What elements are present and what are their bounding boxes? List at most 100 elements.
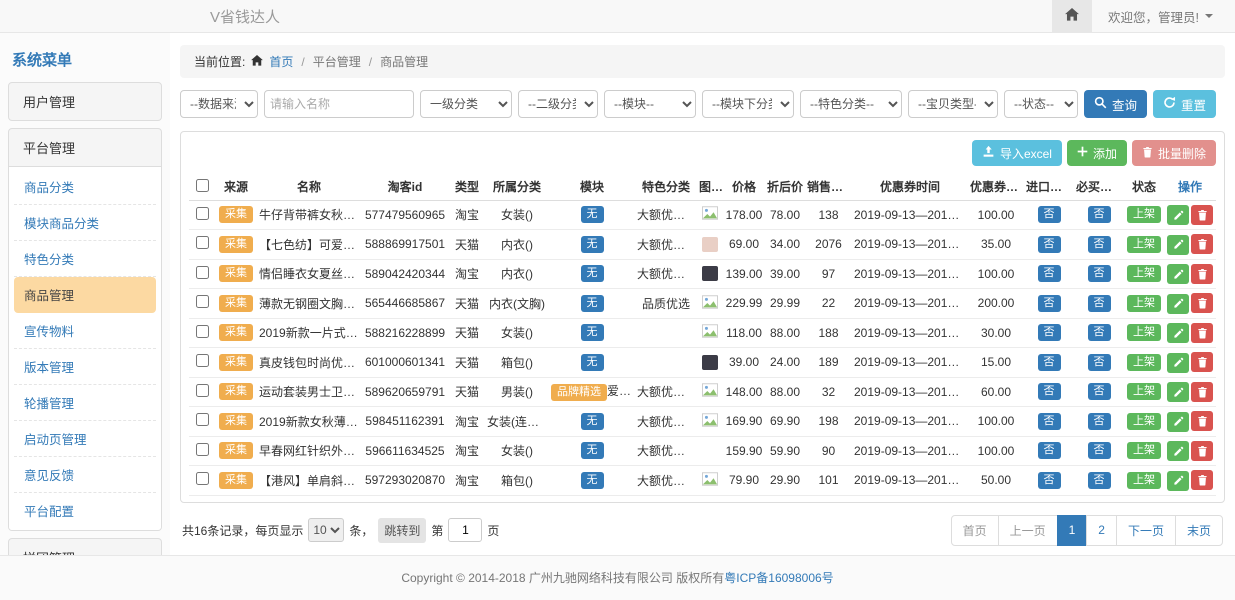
sidebar-group-header[interactable]: 平台管理: [9, 129, 161, 166]
search-button[interactable]: 查询: [1084, 90, 1147, 118]
imported-toggle-badge[interactable]: 否: [1038, 354, 1061, 371]
must-buy-toggle-badge[interactable]: 否: [1088, 324, 1111, 341]
page-button[interactable]: 上一页: [998, 515, 1058, 546]
per-page-select[interactable]: 10: [308, 518, 344, 542]
edit-button[interactable]: [1167, 353, 1189, 373]
module-badge[interactable]: 无: [581, 354, 604, 371]
select-all-checkbox[interactable]: [196, 179, 209, 192]
edit-button[interactable]: [1167, 382, 1189, 402]
add-button[interactable]: 添加: [1067, 140, 1127, 166]
import-excel-button[interactable]: 导入excel: [972, 140, 1062, 166]
status-badge[interactable]: 上架: [1127, 206, 1161, 223]
imported-toggle-badge[interactable]: 否: [1038, 442, 1061, 459]
must-buy-toggle-badge[interactable]: 否: [1088, 354, 1111, 371]
delete-button[interactable]: [1191, 352, 1213, 372]
icp-link[interactable]: 粤ICP备16098006号: [724, 571, 833, 585]
edit-button[interactable]: [1167, 412, 1189, 432]
row-checkbox[interactable]: [196, 472, 209, 485]
sidebar-item[interactable]: 轮播管理: [14, 385, 156, 421]
page-button[interactable]: 首页: [951, 515, 999, 546]
page-number-input[interactable]: [448, 518, 482, 542]
must-buy-toggle-badge[interactable]: 否: [1088, 472, 1111, 489]
breadcrumb-home-link[interactable]: 首页: [269, 53, 293, 70]
imported-toggle-badge[interactable]: 否: [1038, 206, 1061, 223]
module-badge[interactable]: 无: [581, 206, 604, 223]
row-checkbox[interactable]: [196, 384, 209, 397]
filter-select[interactable]: --宝贝类型--: [908, 90, 998, 118]
filter-select[interactable]: --二级分类--: [518, 90, 598, 118]
module-badge[interactable]: 无: [581, 413, 604, 430]
edit-button[interactable]: [1167, 323, 1189, 343]
sidebar-item[interactable]: 商品分类: [14, 169, 156, 205]
status-badge[interactable]: 上架: [1127, 472, 1161, 489]
row-checkbox[interactable]: [196, 325, 209, 338]
status-badge[interactable]: 上架: [1127, 265, 1161, 282]
page-button[interactable]: 2: [1086, 515, 1117, 546]
module-badge[interactable]: 无: [581, 442, 604, 459]
edit-button[interactable]: [1167, 441, 1189, 461]
name-search-input[interactable]: [264, 90, 414, 118]
row-checkbox[interactable]: [196, 413, 209, 426]
user-dropdown[interactable]: 欢迎您，管理员!: [1092, 7, 1235, 26]
row-checkbox[interactable]: [196, 266, 209, 279]
row-checkbox[interactable]: [196, 295, 209, 308]
module-badge[interactable]: 无: [581, 236, 604, 253]
edit-button[interactable]: [1167, 205, 1189, 225]
filter-select[interactable]: --特色分类--: [800, 90, 902, 118]
module-badge[interactable]: 无: [581, 295, 604, 312]
must-buy-toggle-badge[interactable]: 否: [1088, 295, 1111, 312]
must-buy-toggle-badge[interactable]: 否: [1088, 236, 1111, 253]
delete-button[interactable]: [1191, 205, 1213, 225]
status-badge[interactable]: 上架: [1127, 442, 1161, 459]
sidebar-item[interactable]: 启动页管理: [14, 421, 156, 457]
row-checkbox[interactable]: [196, 443, 209, 456]
imported-toggle-badge[interactable]: 否: [1038, 472, 1061, 489]
imported-toggle-badge[interactable]: 否: [1038, 295, 1061, 312]
delete-button[interactable]: [1191, 382, 1213, 402]
filter-select[interactable]: --数据来源--: [180, 90, 258, 118]
status-badge[interactable]: 上架: [1127, 324, 1161, 341]
module-badge[interactable]: 品牌精选: [551, 384, 607, 401]
edit-button[interactable]: [1167, 294, 1189, 314]
page-button[interactable]: 末页: [1175, 515, 1223, 546]
reset-button[interactable]: 重置: [1153, 90, 1216, 118]
delete-button[interactable]: [1191, 234, 1213, 254]
sidebar-item[interactable]: 宣传物料: [14, 313, 156, 349]
sidebar-group-header[interactable]: 用户管理: [9, 83, 161, 120]
status-badge[interactable]: 上架: [1127, 354, 1161, 371]
row-checkbox[interactable]: [196, 207, 209, 220]
status-badge[interactable]: 上架: [1127, 413, 1161, 430]
imported-toggle-badge[interactable]: 否: [1038, 265, 1061, 282]
status-badge[interactable]: 上架: [1127, 295, 1161, 312]
filter-select[interactable]: --模块下分类--: [702, 90, 794, 118]
must-buy-toggle-badge[interactable]: 否: [1088, 265, 1111, 282]
filter-select[interactable]: --模块--: [604, 90, 696, 118]
imported-toggle-badge[interactable]: 否: [1038, 236, 1061, 253]
edit-button[interactable]: [1167, 235, 1189, 255]
module-badge[interactable]: 无: [581, 265, 604, 282]
delete-button[interactable]: [1191, 264, 1213, 284]
delete-button[interactable]: [1191, 323, 1213, 343]
module-badge[interactable]: 无: [581, 472, 604, 489]
sidebar-item[interactable]: 意见反馈: [14, 457, 156, 493]
must-buy-toggle-badge[interactable]: 否: [1088, 383, 1111, 400]
edit-button[interactable]: [1167, 471, 1189, 491]
sidebar-item[interactable]: 平台配置: [14, 493, 156, 528]
module-badge[interactable]: 无: [581, 324, 604, 341]
delete-button[interactable]: [1191, 470, 1213, 490]
sidebar-item[interactable]: 特色分类: [14, 241, 156, 277]
filter-select[interactable]: 一级分类: [420, 90, 512, 118]
imported-toggle-badge[interactable]: 否: [1038, 383, 1061, 400]
home-nav-button[interactable]: [1052, 0, 1092, 32]
status-badge[interactable]: 上架: [1127, 236, 1161, 253]
row-checkbox[interactable]: [196, 236, 209, 249]
imported-toggle-badge[interactable]: 否: [1038, 413, 1061, 430]
filter-select[interactable]: --状态--: [1004, 90, 1078, 118]
sidebar-item[interactable]: 版本管理: [14, 349, 156, 385]
status-badge[interactable]: 上架: [1127, 383, 1161, 400]
must-buy-toggle-badge[interactable]: 否: [1088, 442, 1111, 459]
sidebar-item[interactable]: 商品管理: [14, 277, 156, 313]
jump-button[interactable]: 跳转到: [378, 518, 426, 543]
edit-button[interactable]: [1167, 264, 1189, 284]
must-buy-toggle-badge[interactable]: 否: [1088, 413, 1111, 430]
